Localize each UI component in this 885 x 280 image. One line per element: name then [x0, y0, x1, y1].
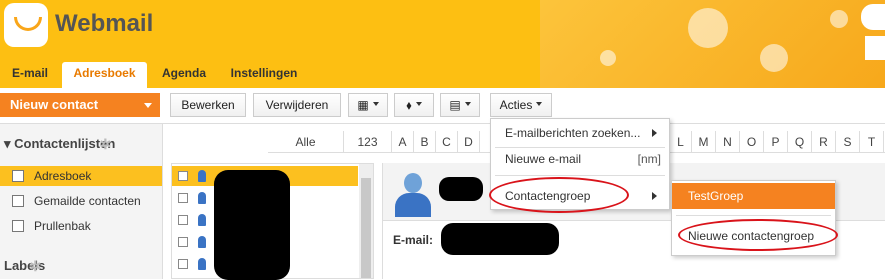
contact-list	[171, 163, 374, 280]
menu-item-hint: [nm]	[637, 152, 661, 166]
sidebar-item-label: Adresboek	[34, 169, 92, 183]
alpha-o[interactable]: O	[740, 131, 764, 153]
submenu-item-testgroep[interactable]: TestGroep	[672, 183, 835, 209]
edit-button[interactable]: Bewerken	[170, 93, 246, 117]
main-tabs: E-mail Adresboek Agenda Instellingen	[0, 62, 540, 88]
chevron-right-icon	[652, 192, 661, 200]
alpha-r[interactable]: R	[812, 131, 836, 153]
alpha-b[interactable]: B	[414, 131, 436, 153]
alpha-m[interactable]: M	[692, 131, 716, 153]
brand-name: Webmail	[55, 10, 154, 37]
sidebar-item-adresboek[interactable]: Adresboek	[0, 166, 162, 186]
alpha-123[interactable]: 123	[344, 131, 392, 153]
checkbox[interactable]	[178, 215, 188, 225]
header-decoration	[540, 0, 885, 88]
person-icon	[198, 170, 206, 182]
alpha-all[interactable]: Alle	[268, 131, 344, 153]
redaction	[439, 177, 483, 201]
profile-icon[interactable]	[865, 36, 885, 60]
checkbox[interactable]	[178, 193, 188, 203]
tab-email[interactable]: E-mail	[6, 62, 54, 88]
gear-icon[interactable]: ✲	[29, 258, 41, 275]
email-label: E-mail:	[393, 233, 434, 247]
alpha-n[interactable]: N	[716, 131, 740, 153]
printer-icon: ▤	[449, 98, 461, 112]
avatar-icon	[395, 173, 431, 217]
delete-button[interactable]: Verwijderen	[253, 93, 341, 117]
alpha-a[interactable]: A	[392, 131, 414, 153]
addressbook-icon	[12, 170, 24, 182]
toolbar: Nieuw contact Bewerken Verwijderen ▦ ⬧ ▤…	[0, 88, 885, 124]
new-contact-label: Nieuw contact	[10, 97, 99, 112]
new-contact-button[interactable]: Nieuw contact	[0, 93, 160, 117]
checkbox[interactable]	[178, 259, 188, 269]
annotation-oval	[489, 177, 629, 213]
sidebar-item-label: Gemailde contacten	[34, 194, 141, 208]
alpha-t[interactable]: T	[860, 131, 884, 153]
sidebar-item-gemailde-contacten[interactable]: Gemailde contacten	[0, 191, 162, 211]
person-icon	[198, 192, 206, 204]
alpha-l[interactable]: L	[670, 131, 692, 153]
scrollbar-thumb[interactable]	[361, 178, 371, 278]
sidebar: ▾ Contactenlijsten ✲ Adresboek Gemailde c…	[0, 124, 163, 279]
person-icon	[198, 214, 206, 226]
alpha-p[interactable]: P	[764, 131, 788, 153]
person-icon	[198, 236, 206, 248]
import-export-button[interactable]: ▦	[348, 93, 388, 117]
user-icon[interactable]	[861, 4, 885, 30]
tab-agenda[interactable]: Agenda	[156, 62, 212, 88]
annotation-oval	[678, 219, 838, 251]
checkbox[interactable]	[178, 171, 188, 181]
menu-item-new-email[interactable]: Nieuwe e-mail [nm]	[491, 148, 669, 170]
alpha-c[interactable]: C	[436, 131, 458, 153]
alpha-q[interactable]: Q	[788, 131, 812, 153]
tag-button[interactable]: ⬧	[394, 93, 434, 117]
chevron-right-icon	[652, 129, 661, 137]
menu-item-label: Nieuwe e-mail	[505, 152, 582, 166]
person-icon	[198, 258, 206, 270]
menu-divider	[495, 175, 665, 176]
sidebar-item-label: Prullenbak	[34, 219, 91, 233]
menu-item-label: E-mailberichten zoeken...	[505, 126, 641, 140]
gear-icon[interactable]: ✲	[100, 136, 112, 153]
labels-heading[interactable]: Labels ✲	[4, 258, 45, 275]
redaction	[441, 223, 559, 255]
contacts-icon	[12, 195, 24, 207]
tag-icon: ⬧	[406, 98, 412, 112]
trash-icon	[12, 220, 24, 232]
print-button[interactable]: ▤	[440, 93, 480, 117]
import-icon: ▦	[357, 98, 369, 112]
alpha-s[interactable]: S	[836, 131, 860, 153]
scrollbar[interactable]	[359, 164, 373, 278]
actions-button[interactable]: Acties	[490, 93, 552, 117]
chevron-down-icon[interactable]	[144, 103, 152, 112]
actions-label: Acties	[499, 98, 533, 112]
app-header: Webmail E-mail Adresboek Agenda Instelli…	[0, 0, 885, 88]
brand-logo-icon[interactable]	[4, 3, 48, 47]
menu-item-search-emails[interactable]: E-mailberichten zoeken...	[491, 122, 669, 144]
menu-divider	[676, 215, 831, 216]
tab-instellingen[interactable]: Instellingen	[224, 62, 304, 88]
tab-adresboek[interactable]: Adresboek	[62, 62, 147, 88]
redaction	[214, 170, 290, 280]
contact-lists-heading[interactable]: ▾ Contactenlijsten ✲	[4, 136, 115, 152]
checkbox[interactable]	[178, 237, 188, 247]
alpha-d[interactable]: D	[458, 131, 480, 153]
sidebar-item-prullenbak[interactable]: Prullenbak	[0, 216, 162, 236]
